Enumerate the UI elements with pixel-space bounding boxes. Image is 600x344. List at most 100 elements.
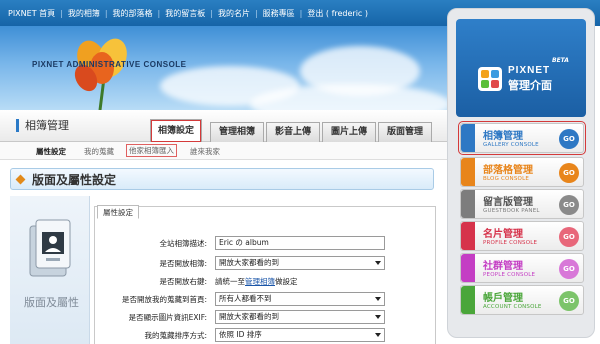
nav-separator: | bbox=[157, 8, 161, 18]
tab-manage-album[interactable]: 管理相簿 bbox=[210, 122, 264, 142]
tab-layout-management[interactable]: 版面管理 bbox=[378, 122, 432, 142]
nav-link-my-guestbook[interactable]: 我的留言板 bbox=[165, 8, 205, 19]
form-row-collection-homepage: 是否開放我的蒐藏到首頁: 所有人都看不到 bbox=[95, 291, 435, 307]
console-subtitle: PROFILE CONSOLE bbox=[483, 240, 538, 246]
console-gallery[interactable]: 相簿管理 GALLERY CONSOLE GO bbox=[458, 121, 586, 155]
console-sidebar: BETA PIXNET 管理介面 相簿管理 GALLERY CONSOLE GO… bbox=[447, 8, 595, 338]
page-heading: 版面及屬性設定 bbox=[32, 172, 117, 187]
nav-link-logout[interactable]: 登出 ( frederic ) bbox=[307, 8, 368, 19]
dropdown-arrow-icon bbox=[375, 333, 381, 337]
select-value: 依照 ID 排序 bbox=[219, 330, 262, 339]
field-label: 是否開放右鍵: bbox=[159, 277, 207, 286]
diamond-bullet-icon bbox=[15, 174, 26, 184]
go-button[interactable]: GO bbox=[559, 129, 579, 149]
tab-video-upload[interactable]: 影音上傳 bbox=[266, 122, 320, 142]
album-description-input[interactable]: Eric の album bbox=[215, 236, 385, 250]
console-stripe bbox=[461, 222, 475, 250]
logo-brand: PIXNET bbox=[508, 65, 551, 76]
console-subtitle: PEOPLE CONSOLE bbox=[483, 272, 536, 278]
console-stripe bbox=[461, 190, 475, 218]
subtab-import-album[interactable]: 他家相簿匯入 bbox=[126, 144, 177, 157]
sub-tab-bar: 屬性設定 我的蒐藏 他家相簿匯入 誰來我家 bbox=[0, 142, 448, 160]
properties-form: 屬性設定 全站相簿描述: Eric の album 是否開放相簿: 開放大家都看… bbox=[94, 205, 436, 344]
nav-separator: | bbox=[104, 8, 108, 18]
beta-badge: BETA bbox=[552, 57, 569, 64]
console-subtitle: GUESTBOOK PANEL bbox=[483, 208, 540, 214]
field-label: 是否顯示圖片資訊EXIF: bbox=[128, 313, 207, 322]
console-title: 社群管理 bbox=[483, 261, 523, 272]
console-guestbook[interactable]: 留言版管理 GUESTBOOK PANEL GO bbox=[460, 189, 584, 219]
section-title: 相簿管理 bbox=[16, 119, 69, 132]
console-people[interactable]: 社群管理 PEOPLE CONSOLE GO bbox=[460, 253, 584, 283]
settings-icon-column: 版面及屬性 bbox=[10, 196, 90, 344]
go-button[interactable]: GO bbox=[559, 163, 579, 183]
field-label: 是否開放我的蒐藏到首頁: bbox=[121, 295, 207, 304]
tab-album-settings[interactable]: 相簿設定 bbox=[150, 119, 202, 143]
manage-album-link[interactable]: 管理相簿 bbox=[245, 277, 275, 286]
album-access-select[interactable]: 開放大家都看的到 bbox=[215, 256, 385, 270]
form-row-exif: 是否顯示圖片資訊EXIF: 開放大家都看的到 bbox=[95, 309, 435, 325]
nav-link-my-blog[interactable]: 我的部落格 bbox=[113, 8, 153, 19]
nav-separator: | bbox=[299, 8, 303, 18]
console-profile[interactable]: 名片管理 PROFILE CONSOLE GO bbox=[460, 221, 584, 251]
console-stripe bbox=[461, 286, 475, 314]
console-subtitle: BLOG CONSOLE bbox=[483, 176, 530, 182]
nav-link-my-album[interactable]: 我的相簿 bbox=[68, 8, 100, 19]
form-row-album-access: 是否開放相簿: 開放大家都看的到 bbox=[95, 255, 435, 271]
go-button[interactable]: GO bbox=[559, 227, 579, 247]
form-row-description: 全站相簿描述: Eric の album bbox=[95, 235, 435, 251]
console-account[interactable]: 帳戶管理 ACCOUNT CONSOLE GO bbox=[460, 285, 584, 315]
tab-image-upload[interactable]: 圖片上傳 bbox=[322, 122, 376, 142]
console-title: 留言版管理 bbox=[483, 197, 533, 208]
go-button[interactable]: GO bbox=[559, 291, 579, 311]
nav-link-my-card[interactable]: 我的名片 bbox=[218, 8, 250, 19]
console-stripe bbox=[461, 254, 475, 282]
note-text: 請統一至 bbox=[215, 277, 245, 286]
nav-link-services[interactable]: 服務專區 bbox=[263, 8, 295, 19]
select-value: 開放大家都看的到 bbox=[219, 258, 279, 267]
field-label: 我的蒐藏排序方式: bbox=[144, 331, 207, 340]
nav-separator: | bbox=[254, 8, 258, 18]
field-label: 是否開放相簿: bbox=[159, 259, 207, 268]
collection-sort-select[interactable]: 依照 ID 排序 bbox=[215, 328, 385, 342]
form-row-right-click: 是否開放右鍵: 請統一至管理相簿做設定 bbox=[95, 273, 435, 289]
console-title: 帳戶管理 bbox=[483, 293, 523, 304]
pixnet-logo-icon bbox=[478, 67, 502, 91]
console-stripe bbox=[461, 158, 475, 186]
form-tab-properties[interactable]: 屬性設定 bbox=[97, 205, 139, 219]
select-value: 所有人都看不到 bbox=[219, 294, 272, 303]
profile-settings-icon bbox=[29, 219, 71, 277]
console-title: 相簿管理 bbox=[483, 131, 523, 142]
select-value: 開放大家都看的到 bbox=[219, 312, 279, 321]
flower-illustration bbox=[74, 38, 127, 110]
go-button[interactable]: GO bbox=[559, 259, 579, 279]
note-text: 做設定 bbox=[275, 277, 298, 286]
console-subtitle: GALLERY CONSOLE bbox=[483, 142, 539, 148]
tab-bar: 相簿管理 相簿設定 管理相簿 影音上傳 圖片上傳 版面管理 bbox=[0, 110, 448, 143]
page-header: 版面及屬性設定 bbox=[10, 168, 434, 190]
field-label: 全站相簿描述: bbox=[159, 239, 207, 248]
right-click-note: 請統一至管理相簿做設定 bbox=[215, 276, 298, 287]
go-button[interactable]: GO bbox=[559, 195, 579, 215]
banner-title: PIXNET ADMINISTRATIVE CONSOLE bbox=[32, 60, 187, 69]
nav-link-home[interactable]: PIXNET 首頁 bbox=[8, 8, 55, 19]
collection-homepage-select[interactable]: 所有人都看不到 bbox=[215, 292, 385, 306]
form-row-sort-order: 我的蒐藏排序方式: 依照 ID 排序 bbox=[95, 327, 435, 343]
console-stripe bbox=[461, 124, 475, 152]
dropdown-arrow-icon bbox=[375, 261, 381, 265]
console-blog[interactable]: 部落格管理 BLOG CONSOLE GO bbox=[460, 157, 584, 187]
subtab-visitors[interactable]: 誰來我家 bbox=[190, 146, 220, 157]
nav-separator: | bbox=[210, 8, 213, 18]
console-title: 名片管理 bbox=[483, 229, 523, 240]
subtab-properties[interactable]: 屬性設定 bbox=[36, 146, 66, 157]
console-subtitle: ACCOUNT CONSOLE bbox=[483, 304, 542, 310]
nav-separator: | bbox=[60, 8, 63, 18]
subtab-my-collection[interactable]: 我的蒐藏 bbox=[84, 146, 114, 157]
dropdown-arrow-icon bbox=[375, 297, 381, 301]
pixnet-logo: BETA PIXNET 管理介面 bbox=[456, 19, 586, 117]
console-title: 部落格管理 bbox=[483, 165, 533, 176]
exif-display-select[interactable]: 開放大家都看的到 bbox=[215, 310, 385, 324]
logo-subtitle: 管理介面 bbox=[508, 79, 552, 92]
banner: PIXNET ADMINISTRATIVE CONSOLE bbox=[0, 26, 448, 110]
icon-column-label: 版面及屬性 bbox=[24, 296, 79, 309]
